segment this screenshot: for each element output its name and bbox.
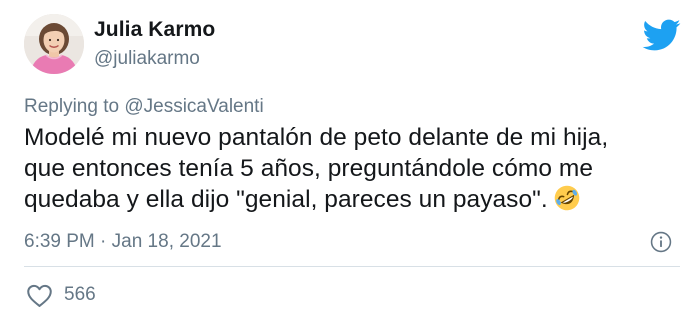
like-count: 566 — [64, 284, 96, 305]
avatar-image — [24, 14, 84, 74]
tweet-timestamp[interactable]: 6:39 PM · Jan 18, 2021 — [24, 231, 222, 253]
tweet-text-line: Modelé mi nuevo pantalón de peto delante… — [24, 124, 609, 151]
author-name[interactable]: Julia Karmo — [94, 18, 215, 42]
twitter-bird-icon[interactable] — [641, 15, 681, 55]
rolling-on-floor-laughing-emoji — [554, 185, 580, 211]
info-icon[interactable] — [650, 231, 672, 253]
tweet-text-line: que entonces tenía 5 años, preguntándole… — [24, 155, 594, 182]
reply-context: Replying to @JessicaValenti — [24, 96, 264, 118]
tweet-card: Julia Karmo @juliakarmo Replying to @Jes… — [0, 0, 700, 321]
author-handle[interactable]: @juliakarmo — [94, 48, 200, 70]
like-button[interactable]: 566 — [24, 281, 96, 309]
tweet-text-line-content: quedaba y ella dijo "genial, pareces un … — [24, 186, 548, 213]
tweet-text: Modelé mi nuevo pantalón de peto delante… — [24, 122, 684, 215]
reply-mention-link[interactable]: @JessicaValenti — [124, 96, 263, 117]
divider — [24, 266, 680, 267]
heart-icon — [27, 284, 52, 307]
avatar[interactable] — [24, 14, 84, 74]
reply-prefix: Replying to — [24, 96, 120, 117]
tweet-text-line-last: quedaba y ella dijo "genial, pareces un … — [24, 184, 684, 215]
